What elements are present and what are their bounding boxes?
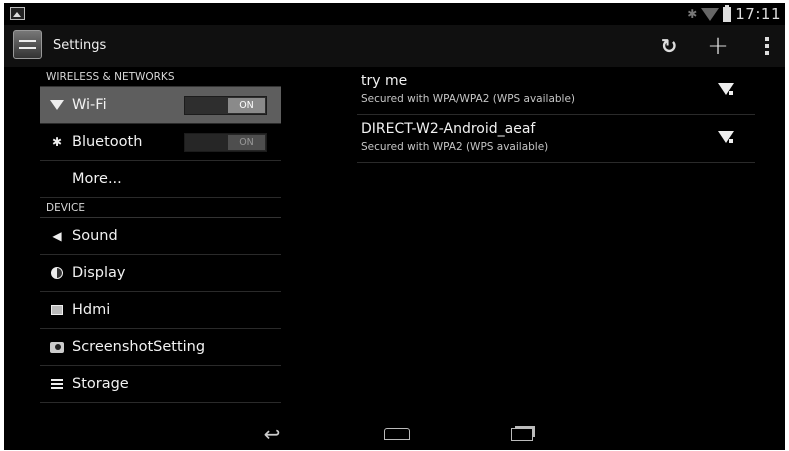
back-button[interactable]: ↩ — [257, 422, 287, 446]
display-icon — [50, 266, 64, 280]
camera-icon — [50, 340, 64, 354]
section-header-device: DEVICE — [40, 198, 281, 218]
home-icon — [384, 428, 410, 440]
battery-icon — [723, 4, 732, 22]
settings-list: WIRELESS & NETWORKS Wi-Fi ON ✱ Bluetooth… — [40, 67, 281, 418]
network-ssid: DIRECT-W2-Android_aeaf — [361, 121, 536, 137]
settings-item-sound[interactable]: ◀︎ Sound — [40, 218, 281, 255]
settings-item-display[interactable]: Display — [40, 255, 281, 292]
settings-item-hdmi[interactable]: Hdmi — [40, 292, 281, 329]
overflow-menu-button[interactable] — [761, 33, 773, 59]
settings-item-label: More... — [72, 171, 122, 187]
settings-item-label: Storage — [72, 376, 129, 392]
status-icons: ✱ 17:11 — [687, 4, 781, 23]
recent-apps-icon — [511, 427, 533, 441]
wifi-signal-lock-icon — [718, 83, 734, 95]
storage-icon — [50, 377, 64, 391]
settings-item-label: Sound — [72, 228, 118, 244]
bluetooth-toggle[interactable]: ON — [184, 132, 267, 152]
section-header-wireless: WIRELESS & NETWORKS — [40, 67, 281, 87]
settings-item-label: ScreenshotSetting — [72, 339, 206, 355]
network-security: Secured with WPA/WPA2 (WPS available) — [361, 93, 576, 105]
action-bar: Settings ↻ + — [4, 25, 785, 67]
wifi-signal-lock-icon — [718, 131, 734, 143]
dot-icon — [765, 51, 769, 55]
settings-item-storage[interactable]: Storage — [40, 366, 281, 403]
add-network-button[interactable]: + — [705, 31, 731, 61]
clock: 17:11 — [735, 5, 781, 23]
settings-item-wifi[interactable]: Wi-Fi ON — [40, 87, 281, 124]
settings-item-more[interactable]: More... — [40, 161, 281, 198]
hdmi-icon — [50, 303, 64, 317]
settings-item-label: Hdmi — [72, 302, 111, 318]
settings-item-label: Display — [72, 265, 126, 281]
refresh-icon: ↻ — [660, 34, 678, 58]
wifi-network-list: try me Secured with WPA/WPA2 (WPS availa… — [357, 67, 755, 163]
back-icon: ↩ — [263, 422, 281, 446]
recent-apps-button[interactable] — [507, 422, 537, 446]
settings-app-icon[interactable] — [13, 30, 42, 59]
gallery-icon — [10, 7, 25, 20]
status-bar: ✱ 17:11 — [4, 3, 785, 25]
wifi-toggle[interactable]: ON — [184, 95, 267, 115]
wifi-icon — [50, 98, 64, 112]
settings-item-screenshot[interactable]: ScreenshotSetting — [40, 329, 281, 366]
network-ssid: try me — [361, 73, 408, 89]
network-item[interactable]: try me Secured with WPA/WPA2 (WPS availa… — [357, 67, 755, 115]
settings-item-bluetooth[interactable]: ✱ Bluetooth ON — [40, 124, 281, 161]
navigation-bar: ↩ — [4, 418, 785, 450]
wifi-status-icon — [701, 7, 720, 21]
network-security: Secured with WPA2 (WPS available) — [361, 141, 549, 153]
sound-icon: ◀︎ — [52, 229, 62, 243]
home-button[interactable] — [382, 422, 412, 446]
settings-item-label: Wi-Fi — [72, 97, 107, 113]
toggle-state: ON — [228, 134, 265, 150]
toggle-state: ON — [228, 97, 265, 113]
dot-icon — [765, 44, 769, 48]
settings-item-label: Bluetooth — [72, 134, 143, 150]
network-item[interactable]: DIRECT-W2-Android_aeaf Secured with WPA2… — [357, 115, 755, 163]
bluetooth-icon: ✱ — [51, 135, 63, 149]
dot-icon — [765, 37, 769, 41]
page-title: Settings — [53, 38, 107, 53]
bluetooth-status-icon: ✱ — [687, 7, 698, 21]
device-screen: ✱ 17:11 Settings ↻ + WIRELESS & NETWORKS… — [4, 3, 785, 450]
refresh-button[interactable]: ↻ — [656, 33, 682, 59]
plus-icon: + — [707, 31, 729, 61]
